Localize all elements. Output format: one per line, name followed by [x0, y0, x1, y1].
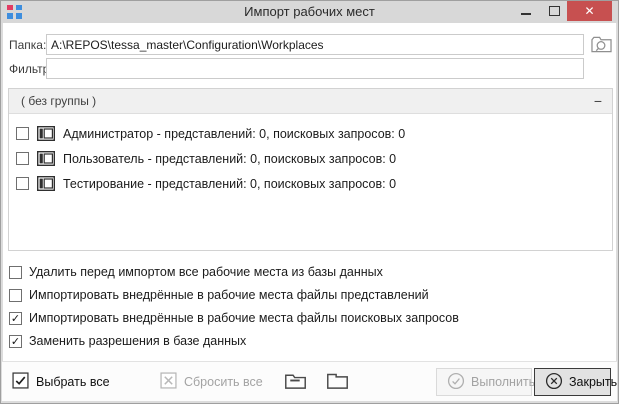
list-item[interactable]: Администратор - представлений: 0, поиско… [9, 121, 612, 146]
option-label: Импортировать внедрённые в рабочие места… [29, 311, 459, 325]
workplace-checkbox[interactable] [16, 177, 29, 190]
reset-all-button[interactable]: Сбросить все [156, 368, 267, 395]
workplace-list: Администратор - представлений: 0, поиско… [9, 114, 612, 196]
select-all-button[interactable]: Выбрать все [8, 368, 114, 395]
execute-label: Выполнить [471, 375, 535, 389]
execute-button[interactable]: Выполнить [436, 368, 532, 396]
bottom-toolbar: Выбрать все Сбросить все [2, 361, 617, 401]
close-dialog-button[interactable]: Закрыть [534, 368, 611, 396]
workplace-checkbox[interactable] [16, 127, 29, 140]
workplace-checkbox[interactable] [16, 152, 29, 165]
option-label: Импортировать внедрённые в рабочие места… [29, 288, 429, 302]
folder-minus-icon [284, 371, 307, 393]
option-label: Удалить перед импортом все рабочие места… [29, 265, 383, 279]
checkbox-x-icon [160, 372, 177, 392]
collapse-all-groups-button[interactable] [280, 368, 311, 395]
browse-folder-button[interactable] [589, 35, 614, 58]
option-checkbox[interactable] [9, 266, 22, 279]
expand-all-groups-button[interactable] [322, 368, 353, 395]
group-header[interactable]: ( без группы ) − [9, 89, 612, 114]
close-dialog-label: Закрыть [569, 375, 617, 389]
option-import-search-files[interactable]: Импортировать внедрённые в рабочие места… [9, 310, 459, 326]
minimize-icon [521, 13, 531, 15]
maximize-button[interactable] [542, 1, 566, 21]
circle-check-icon [447, 372, 465, 393]
reset-all-label: Сбросить все [184, 375, 263, 389]
list-item[interactable]: Тестирование - представлений: 0, поисков… [9, 171, 612, 196]
option-checkbox[interactable] [9, 335, 22, 348]
workplace-icon [37, 126, 55, 141]
option-import-view-files[interactable]: Импортировать внедрённые в рабочие места… [9, 287, 429, 303]
workplace-icon [37, 151, 55, 166]
option-replace-permissions[interactable]: Заменить разрешения в базе данных [9, 333, 246, 349]
folder-icon [326, 371, 349, 393]
import-workplaces-dialog: Импорт рабочих мест ✕ Папка: Фильтр: ( б… [0, 0, 619, 404]
workplace-icon [37, 176, 55, 191]
folder-label: Папка: [9, 38, 46, 52]
option-checkbox[interactable] [9, 312, 22, 325]
group-header-label: ( без группы ) [21, 94, 96, 108]
filter-input[interactable] [46, 58, 584, 79]
workplace-label: Пользователь - представлений: 0, поисков… [63, 152, 396, 166]
maximize-icon [549, 6, 560, 16]
workplace-label: Тестирование - представлений: 0, поисков… [63, 177, 396, 191]
option-delete-before-import[interactable]: Удалить перед импортом все рабочие места… [9, 264, 383, 280]
minimize-button[interactable] [514, 1, 538, 21]
option-label: Заменить разрешения в базе данных [29, 334, 246, 348]
workplace-group-box: ( без группы ) − Администратор - предста… [8, 88, 613, 251]
option-checkbox[interactable] [9, 289, 22, 302]
folder-path-input[interactable] [46, 34, 584, 55]
folder-search-icon [590, 35, 613, 58]
circle-x-icon [545, 372, 563, 393]
close-window-button[interactable]: ✕ [567, 1, 612, 21]
select-all-label: Выбрать все [36, 375, 110, 389]
list-item[interactable]: Пользователь - представлений: 0, поисков… [9, 146, 612, 171]
titlebar[interactable]: Импорт рабочих мест ✕ [1, 1, 618, 23]
workplace-label: Администратор - представлений: 0, поиско… [63, 127, 405, 141]
checkbox-check-icon [12, 372, 29, 392]
collapse-group-icon[interactable]: − [594, 94, 602, 108]
